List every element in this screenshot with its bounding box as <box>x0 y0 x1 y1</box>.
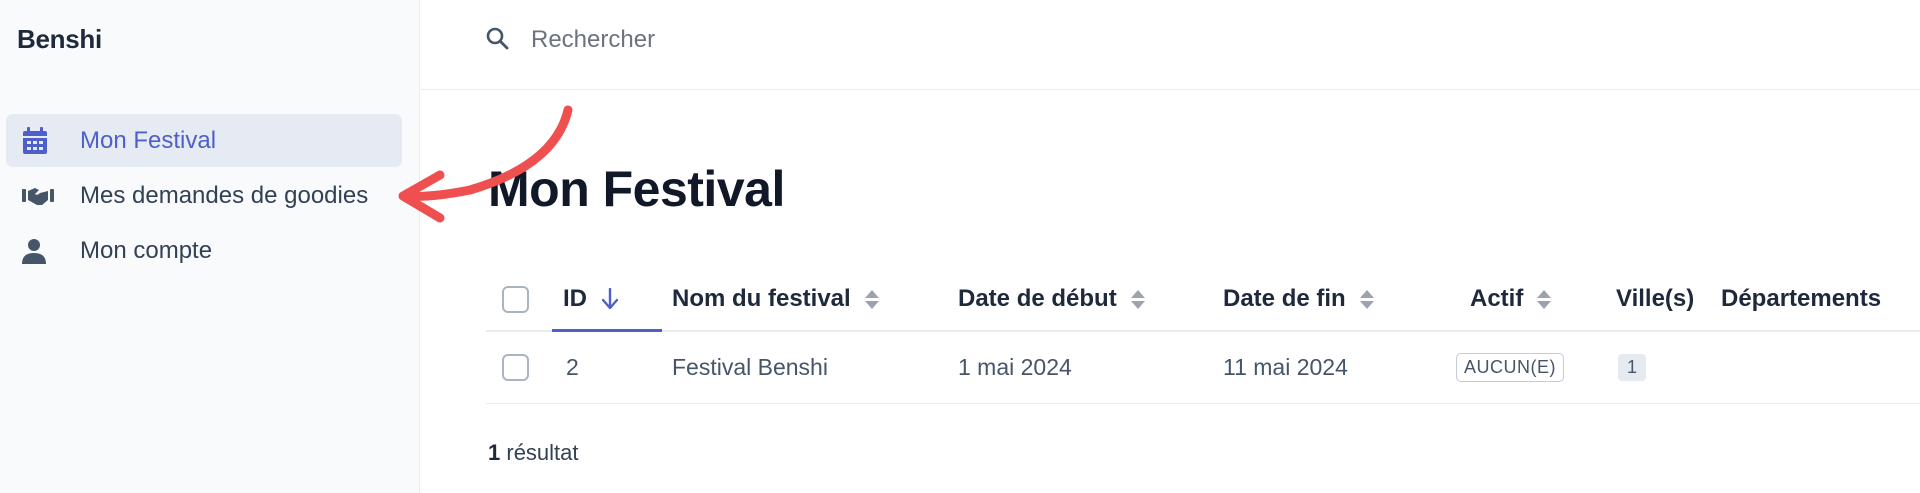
cell-active: AUCUN(E) <box>1456 332 1564 403</box>
column-header-label: Date de fin <box>1223 285 1346 312</box>
sidebar-item-label: Mon compte <box>80 236 213 264</box>
column-header-date-de-fin[interactable]: Date de fin <box>1223 268 1374 330</box>
sidebar-nav: Mon Festival Mes demandes de goodies Mon… <box>6 114 402 279</box>
arrow-down-icon <box>601 288 619 310</box>
cell-festival-name: Festival Benshi <box>672 354 828 380</box>
user-icon <box>22 236 64 266</box>
result-count: 1 résultat <box>488 440 579 466</box>
table-row[interactable]: 2 Festival Benshi 1 mai 2024 11 mai 2024… <box>486 332 1920 404</box>
top-bar <box>421 0 1920 90</box>
column-header-label: Actif <box>1470 285 1524 312</box>
column-header-label: Ville(s) <box>1616 285 1695 312</box>
column-header-label: Nom du festival <box>672 285 851 312</box>
result-label: résultat <box>506 440 579 465</box>
status-badge: AUCUN(E) <box>1456 353 1564 382</box>
column-header-nom-du-festival[interactable]: Nom du festival <box>672 268 879 330</box>
column-header-label: ID <box>563 285 587 312</box>
sidebar-item-mon-festival[interactable]: Mon Festival <box>6 114 402 167</box>
sidebar-item-label: Mon Festival <box>80 126 217 154</box>
cell-end-date: 11 mai 2024 <box>1223 354 1348 380</box>
sort-icon <box>1130 289 1145 309</box>
column-header-departements: Départements <box>1721 268 1881 330</box>
sidebar: Benshi Mon Festival Mes demandes de good… <box>0 0 420 493</box>
result-number: 1 <box>488 440 501 465</box>
column-header-actif[interactable]: Actif <box>1470 268 1552 330</box>
row-checkbox-cell <box>502 332 529 403</box>
row-checkbox[interactable] <box>502 354 529 381</box>
column-header-id[interactable]: ID <box>486 268 662 332</box>
count-badge: 1 <box>1618 354 1647 381</box>
calendar-icon <box>22 126 64 156</box>
cell-start-date: 1 mai 2024 <box>958 354 1072 380</box>
search-icon <box>485 26 509 55</box>
cell-id: 2 <box>566 354 579 380</box>
sort-icon <box>1359 289 1374 309</box>
handshake-icon <box>22 181 64 211</box>
cell-cities: 1 <box>1618 332 1647 403</box>
sidebar-item-mes-demandes-de-goodies[interactable]: Mes demandes de goodies <box>6 169 402 222</box>
search-bar[interactable] <box>485 20 931 60</box>
festival-table: ID Nom du festival Date de début Date de <box>486 268 1920 404</box>
column-header-label: Date de début <box>958 285 1117 312</box>
table-header: ID Nom du festival Date de début Date de <box>486 268 1920 332</box>
main-content: Mon Festival ID Nom du festival <box>421 0 1920 493</box>
sidebar-item-mon-compte[interactable]: Mon compte <box>6 224 402 277</box>
app-title: Benshi <box>17 24 102 54</box>
sidebar-item-label: Mes demandes de goodies <box>80 181 369 209</box>
column-header-date-de-debut[interactable]: Date de début <box>958 268 1145 330</box>
column-header-villes: Ville(s) <box>1616 268 1694 330</box>
sort-icon <box>1537 289 1552 309</box>
sort-icon <box>864 289 879 309</box>
page-title: Mon Festival <box>488 161 785 217</box>
column-header-label: Départements <box>1721 285 1882 312</box>
search-input[interactable] <box>531 26 931 54</box>
